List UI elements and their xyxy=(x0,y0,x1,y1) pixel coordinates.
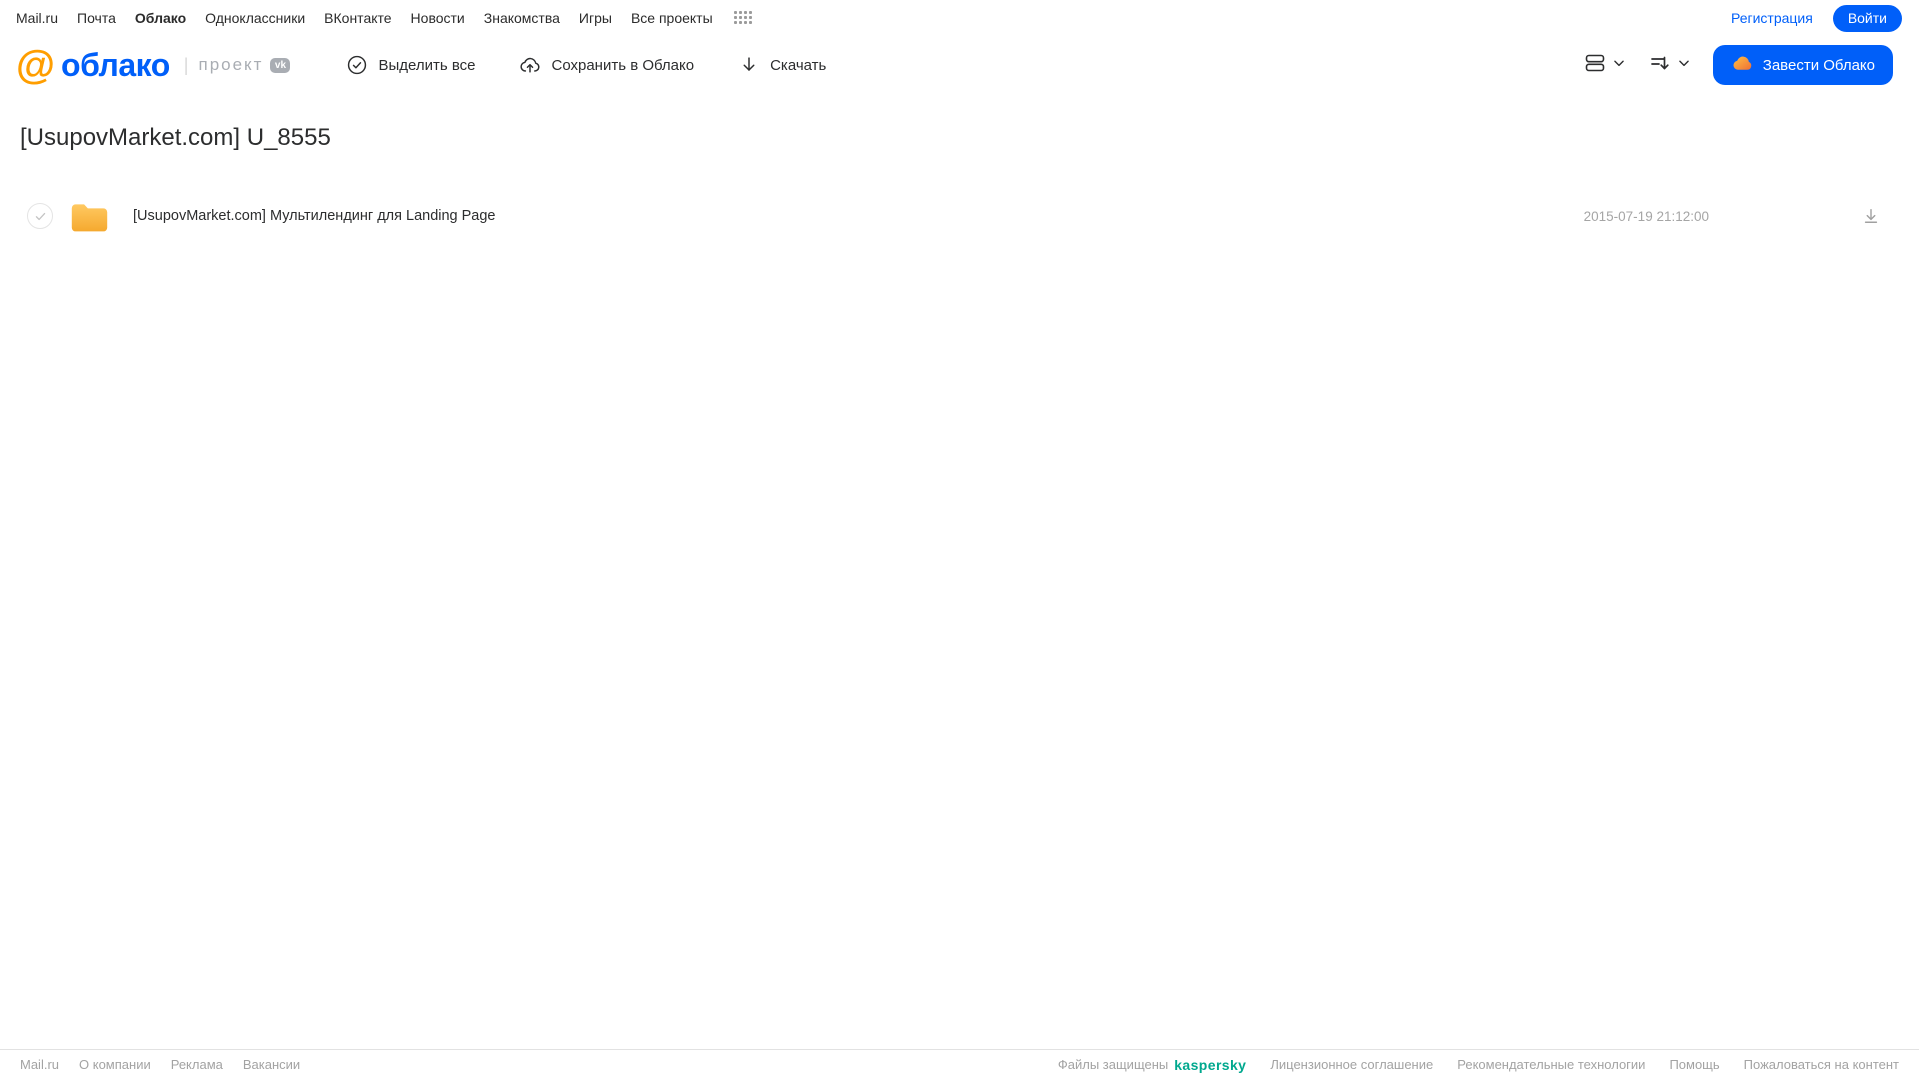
view-toggle-icon xyxy=(1583,51,1607,80)
get-cloud-label: Завести Облако xyxy=(1762,56,1875,74)
select-all-label: Выделить все xyxy=(378,56,476,74)
download-icon xyxy=(738,54,760,76)
nav-vse-proekty[interactable]: Все проекты xyxy=(631,10,713,26)
save-to-cloud-button[interactable]: Сохранить в Облако xyxy=(519,54,694,76)
footer-left-links: Mail.ru О компании Реклама Вакансии xyxy=(20,1057,320,1072)
save-to-cloud-label: Сохранить в Облако xyxy=(551,56,695,74)
page-title: [UsupovMarket.com] U_8555 xyxy=(20,124,331,151)
download-label: Скачать xyxy=(770,56,827,74)
project-label: проект xyxy=(198,55,264,74)
nav-mailru[interactable]: Mail.ru xyxy=(16,10,58,26)
footer: Mail.ru О компании Реклама Вакансии Файл… xyxy=(0,1049,1919,1079)
footer-about-link[interactable]: О компании xyxy=(79,1057,151,1072)
toolbar: Выделить все Сохранить в Облако Скачать xyxy=(346,54,826,76)
kaspersky-protection: Файлы защищены kaspersky xyxy=(1058,1057,1246,1073)
file-date: 2015-07-19 21:12:00 xyxy=(1583,208,1709,224)
registration-link[interactable]: Регистрация xyxy=(1731,10,1813,26)
row-download-button[interactable] xyxy=(1861,206,1881,226)
file-name-link[interactable]: [UsupovMarket.com] Мультилендинг для Lan… xyxy=(133,208,496,224)
top-nav: Mail.ru Почта Облако Одноклассники ВКонт… xyxy=(0,0,1919,36)
kaspersky-logo[interactable]: kaspersky xyxy=(1174,1057,1246,1073)
footer-jobs-link[interactable]: Вакансии xyxy=(243,1057,300,1072)
folder-icon[interactable] xyxy=(69,199,110,234)
cloud-icon xyxy=(1731,52,1754,79)
cloud-logo[interactable]: @ облако | проект vk xyxy=(16,43,291,87)
nav-vkontakte[interactable]: ВКонтакте xyxy=(324,10,391,26)
file-row[interactable]: [UsupovMarket.com] Мультилендинг для Lan… xyxy=(0,192,1919,240)
row-checkbox[interactable] xyxy=(27,203,53,229)
select-all-button[interactable]: Выделить все xyxy=(346,54,475,76)
get-cloud-button[interactable]: Завести Облако xyxy=(1712,45,1893,85)
view-mode-dropdown[interactable] xyxy=(1583,51,1626,80)
nav-znakomstva[interactable]: Знакомства xyxy=(484,10,560,26)
nav-pochta[interactable]: Почта xyxy=(77,10,116,26)
chevron-down-icon xyxy=(1612,56,1626,75)
mailru-at-icon: @ xyxy=(16,43,56,87)
footer-report-link[interactable]: Пожаловаться на контент xyxy=(1744,1057,1899,1072)
check-circle-icon xyxy=(346,54,368,76)
nav-novosti[interactable]: Новости xyxy=(411,10,465,26)
footer-recommendations-link[interactable]: Рекомендательные технологии xyxy=(1457,1057,1645,1072)
login-button[interactable]: Войти xyxy=(1832,4,1902,32)
logo-text: облако xyxy=(61,46,170,83)
footer-help-link[interactable]: Помощь xyxy=(1669,1057,1719,1072)
chevron-down-icon xyxy=(1677,56,1691,75)
header: @ облако | проект vk Выделить все Сохран… xyxy=(0,36,1919,94)
footer-license-link[interactable]: Лицензионное соглашение xyxy=(1270,1057,1433,1072)
nav-igry[interactable]: Игры xyxy=(579,10,612,26)
footer-right-links: Файлы защищены kaspersky Лицензионное со… xyxy=(1058,1057,1899,1073)
logo-divider: | xyxy=(183,54,189,75)
nav-oblako[interactable]: Облако xyxy=(135,10,186,26)
checkmark-icon xyxy=(35,212,45,220)
footer-ads-link[interactable]: Реклама xyxy=(171,1057,223,1072)
download-button[interactable]: Скачать xyxy=(738,54,826,76)
apps-grid-icon[interactable] xyxy=(733,10,754,26)
sort-icon xyxy=(1648,51,1672,80)
file-list: [UsupovMarket.com] Мультилендинг для Lan… xyxy=(0,192,1919,240)
download-underline-icon xyxy=(1864,209,1878,223)
vk-logo-icon: vk xyxy=(270,57,291,73)
cloud-upload-icon xyxy=(519,54,541,76)
sort-dropdown[interactable] xyxy=(1648,51,1691,80)
header-right-controls: Завести Облако xyxy=(1583,45,1893,85)
nav-odnoklassniki[interactable]: Одноклассники xyxy=(205,10,305,26)
footer-mailru-link[interactable]: Mail.ru xyxy=(20,1057,59,1072)
kaspersky-prefix-label: Файлы защищены xyxy=(1057,1057,1169,1072)
